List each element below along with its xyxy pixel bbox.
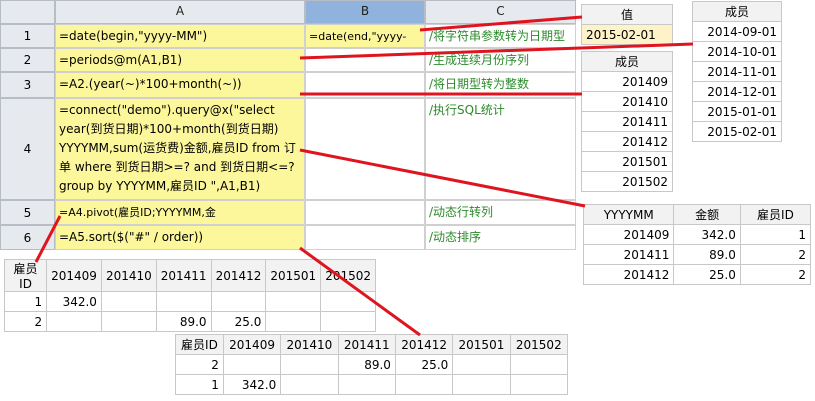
column-header: 201411 bbox=[155, 259, 212, 292]
cell-a1[interactable]: =date(begin,"yyyy-MM") bbox=[55, 24, 305, 48]
column-header: 201410 bbox=[100, 259, 157, 292]
column-header: 201502 bbox=[509, 334, 569, 355]
list-item: 2015-01-01 bbox=[692, 101, 782, 122]
list-item: 201409 bbox=[581, 71, 673, 92]
cell-a3[interactable]: =A2.(year(~)*100+month(~)) bbox=[55, 72, 305, 98]
members-dates-panel: 成员 2014-09-01 2014-10-01 2014-11-01 2014… bbox=[692, 1, 782, 142]
list-item: 201501 bbox=[581, 151, 673, 172]
corner-cell bbox=[0, 0, 55, 24]
column-header: 金额 bbox=[673, 204, 741, 225]
table-row: 201409 342.0 1 bbox=[582, 224, 812, 245]
column-header: 201410 bbox=[280, 334, 339, 355]
cell-a2[interactable]: =periods@m(A1,B1) bbox=[55, 48, 305, 72]
list-item: 201502 bbox=[581, 171, 673, 192]
column-header: 201502 bbox=[320, 259, 376, 292]
list-item: 201412 bbox=[581, 131, 673, 152]
cell-c2[interactable]: /生成连续月份序列 bbox=[425, 48, 576, 72]
column-header: YYYYMM bbox=[582, 204, 675, 225]
cell-c4[interactable]: /执行SQL统计 bbox=[425, 98, 576, 200]
cell-c3[interactable]: /将日期型转为整数 bbox=[425, 72, 576, 98]
row-header-3[interactable]: 3 bbox=[0, 72, 55, 98]
value-panel: 值 2015-02-01 bbox=[581, 4, 673, 45]
members-dates-header: 成员 bbox=[692, 1, 782, 22]
sorted-result-table: 雇员ID 201409 201410 201411 201412 201501 … bbox=[175, 334, 569, 395]
list-item: 201410 bbox=[581, 91, 673, 112]
table-row: 2 89.0 25.0 bbox=[3, 311, 376, 332]
list-item: 2014-09-01 bbox=[692, 21, 782, 42]
column-header: 201501 bbox=[265, 259, 322, 292]
row-header-1[interactable]: 1 bbox=[0, 24, 55, 48]
cell-b1[interactable]: =date(end,"yyyy-MM") bbox=[305, 24, 425, 48]
list-item: 2015-02-01 bbox=[692, 121, 782, 142]
column-header: 201412 bbox=[210, 259, 267, 292]
row-header-4[interactable]: 4 bbox=[0, 98, 55, 200]
row-header-6[interactable]: 6 bbox=[0, 225, 55, 250]
cell-c1[interactable]: /将字符串参数转为日期型 bbox=[425, 24, 576, 48]
column-header-a[interactable]: A bbox=[55, 0, 305, 24]
table-row: 1 342.0 bbox=[3, 291, 376, 312]
cell-c6[interactable]: /动态排序 bbox=[425, 225, 576, 250]
list-item: 2014-10-01 bbox=[692, 41, 782, 62]
table-row: 1 342.0 bbox=[175, 374, 569, 395]
list-item: 201411 bbox=[581, 111, 673, 132]
cell-a5[interactable]: =A4.pivot(雇员ID;YYYYMM,金额;${A3.concat@c()… bbox=[55, 200, 305, 225]
column-header: 201411 bbox=[337, 334, 396, 355]
members-months-panel: 成员 201409 201410 201411 201412 201501 20… bbox=[581, 51, 673, 192]
list-item: 2014-12-01 bbox=[692, 81, 782, 102]
table-row: 201412 25.0 2 bbox=[582, 264, 812, 285]
column-header: 雇员ID bbox=[175, 334, 224, 355]
list-item: 2014-11-01 bbox=[692, 61, 782, 82]
column-header: 201409 bbox=[46, 259, 102, 292]
column-header: 201409 bbox=[222, 334, 282, 355]
pivot-result-table: 雇员ID 201409 201410 201411 201412 201501 … bbox=[3, 259, 376, 332]
column-header: 雇员ID bbox=[739, 204, 812, 225]
cell-a6[interactable]: =A5.sort($("#" / order)) bbox=[55, 225, 305, 250]
cell-b2[interactable] bbox=[305, 48, 425, 72]
cell-a4[interactable]: =connect("demo").query@x("select year(到货… bbox=[55, 98, 305, 200]
cell-b4[interactable] bbox=[305, 98, 425, 200]
column-header: 201501 bbox=[452, 334, 511, 355]
members-months-header: 成员 bbox=[581, 51, 673, 72]
row-header-2[interactable]: 2 bbox=[0, 48, 55, 72]
column-header: 201412 bbox=[394, 334, 454, 355]
column-header-c[interactable]: C bbox=[425, 0, 576, 24]
sql-result-table: YYYYMM 金额 雇员ID 201409 342.0 1 201411 89.… bbox=[582, 204, 812, 285]
table-row: 201411 89.0 2 bbox=[582, 244, 812, 265]
cell-c5[interactable]: /动态行转列 bbox=[425, 200, 576, 225]
cell-b5[interactable] bbox=[305, 200, 425, 225]
table-row: 2 89.0 25.0 bbox=[175, 354, 569, 375]
value-header: 值 bbox=[581, 4, 673, 25]
value-cell: 2015-02-01 bbox=[581, 24, 673, 45]
column-header-b[interactable]: B bbox=[305, 0, 425, 24]
cell-b3[interactable] bbox=[305, 72, 425, 98]
column-header: 雇员ID bbox=[3, 259, 48, 292]
row-header-5[interactable]: 5 bbox=[0, 200, 55, 225]
cell-b6[interactable] bbox=[305, 225, 425, 250]
